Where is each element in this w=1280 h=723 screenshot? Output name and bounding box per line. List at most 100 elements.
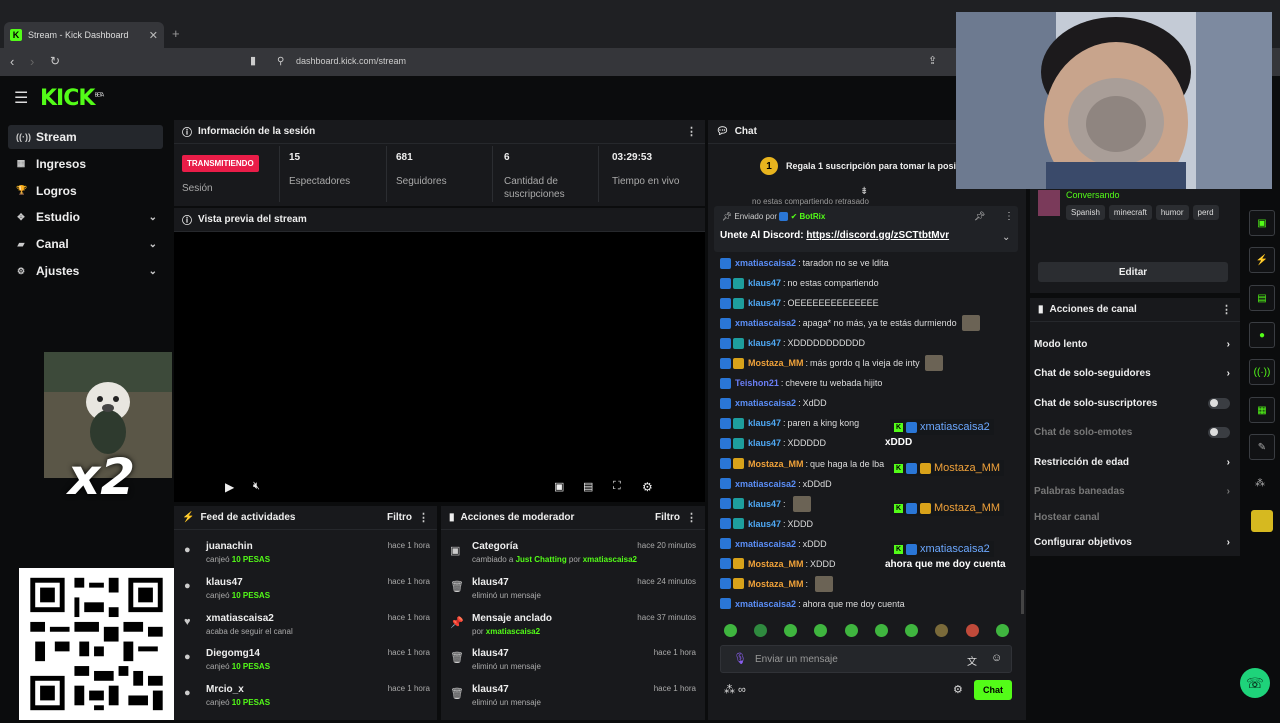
channel-action-item[interactable]: Chat de solo-suscriptores — [1034, 393, 1230, 413]
chevron-right-icon[interactable]: › — [1227, 457, 1230, 468]
site-info-icon[interactable]: ⚲ — [277, 56, 284, 67]
pip-icon[interactable]: ▣ — [554, 480, 564, 493]
chat-username[interactable]: klaus47 — [748, 438, 781, 448]
feed-item[interactable]: ● klaus47 canjeó 10 PESAS hace 1 hora — [180, 577, 430, 613]
expand-pinned-icon[interactable]: ⌄ — [1002, 232, 1010, 243]
quick-emote-icon[interactable] — [845, 624, 858, 637]
chevron-right-icon[interactable]: › — [1227, 339, 1230, 350]
broadcast-tool-icon[interactable]: ((·)) — [1249, 359, 1275, 385]
chat-username[interactable]: klaus47 — [748, 298, 781, 308]
edit-stream-button[interactable]: Editar — [1038, 262, 1228, 282]
stream-category[interactable]: Conversando — [1066, 190, 1120, 200]
feed-filter-button[interactable]: Filtro — [387, 512, 412, 523]
chat-message[interactable]: xmatiascaisa2: apaga* no más, ya te estás… — [720, 314, 1020, 332]
channel-action-item[interactable]: Modo lento › — [1034, 334, 1230, 354]
forward-icon[interactable]: › — [30, 54, 34, 69]
feed-user[interactable]: xmatiascaisa2 — [206, 613, 274, 624]
chat-message[interactable]: Mostaza_MM: — [720, 575, 1020, 593]
channel-action-item[interactable]: Chat de solo-emotes — [1034, 422, 1230, 442]
notes-tool-icon[interactable]: ▤ — [1249, 285, 1275, 311]
feed-item[interactable]: ● juanachin canjeó 10 PESAS hace 1 hora — [180, 541, 430, 577]
chat-username[interactable]: klaus47 — [748, 338, 781, 348]
quick-emote-icon[interactable] — [754, 624, 767, 637]
channel-action-item[interactable]: Palabras baneadas › — [1034, 481, 1230, 501]
widget-icon[interactable] — [1251, 510, 1273, 532]
fullscreen-icon[interactable]: ⛶ — [613, 480, 621, 493]
chat-message[interactable]: xmatiascaisa2: XdDD — [720, 394, 1020, 412]
chat-username[interactable]: xmatiascaisa2 — [735, 539, 796, 549]
quick-emote-icon[interactable] — [996, 624, 1009, 637]
share-icon[interactable]: ⇪ — [928, 54, 937, 67]
wrench-tool-icon[interactable]: ✎ — [1249, 434, 1275, 460]
channel-actions-menu-icon[interactable]: ⋮ — [1221, 303, 1232, 316]
pinned-by-user[interactable]: BotRix — [800, 212, 826, 221]
stream-tag[interactable]: Spanish — [1066, 205, 1105, 220]
more-tools-icon[interactable]: ⁂ — [1255, 478, 1265, 489]
chat-scrollbar[interactable] — [1021, 590, 1024, 614]
toggle-switch[interactable] — [1208, 397, 1230, 409]
feed-item[interactable]: ● Diegomg14 canjeó 10 PESAS hace 1 hora — [180, 648, 430, 684]
new-tab-icon[interactable]: + — [172, 26, 180, 41]
quick-emote-icon[interactable] — [724, 624, 737, 637]
feed-user[interactable]: klaus47 — [206, 577, 243, 588]
play-icon[interactable]: ▶ — [225, 480, 234, 494]
sidebar-item-ingresos[interactable]: ▦ Ingresos — [8, 152, 163, 176]
quick-emote-icon[interactable] — [875, 624, 888, 637]
feed-user[interactable]: juanachin — [206, 541, 253, 552]
chevron-down-icon[interactable]: ⌄ — [149, 266, 157, 277]
quick-emote-icon[interactable] — [966, 624, 979, 637]
close-tab-icon[interactable]: ✕ — [149, 29, 158, 42]
chat-message[interactable]: klaus47: no estas compartiendo — [720, 274, 1020, 292]
emoji-picker-icon[interactable]: ☺ — [991, 652, 1002, 664]
bookmark-icon[interactable]: ▮ — [250, 54, 256, 67]
send-chat-button[interactable]: Chat — [974, 680, 1012, 700]
chat-username[interactable]: Mostaza_MM — [748, 358, 804, 368]
chat-message[interactable]: xmatiascaisa2: xDDdD — [720, 475, 1020, 493]
settings-gear-icon[interactable]: ⚙ — [642, 480, 653, 494]
feed-user[interactable]: Mrcio_x — [206, 684, 244, 695]
layout-tool-icon[interactable]: ▦ — [1249, 397, 1275, 423]
chat-username[interactable]: Teishon21 — [735, 378, 779, 388]
help-support-icon[interactable]: ☏ — [1240, 668, 1270, 698]
hamburger-menu-icon[interactable]: ☰ — [14, 88, 28, 108]
chevron-right-icon[interactable]: › — [1227, 486, 1230, 497]
pinned-link[interactable]: https://discord.gg/zSCTtbtMvr — [806, 230, 949, 241]
stream-tag[interactable]: minecraft — [1108, 205, 1152, 220]
chat-settings-icon[interactable]: ⚙ — [953, 683, 963, 696]
mod-filter-button[interactable]: Filtro — [655, 512, 680, 523]
translate-icon[interactable]: 文 — [967, 653, 977, 668]
chat-username[interactable]: xmatiascaisa2 — [735, 318, 796, 328]
chat-message[interactable]: Teishon21: chevere tu webada hijito — [720, 374, 1020, 392]
chat-message[interactable]: Mostaza_MM: más gordo q la vieja de inty — [720, 354, 1020, 372]
kick-logo[interactable]: KICKBETA — [40, 86, 104, 111]
chevron-down-icon[interactable]: ⌄ — [149, 212, 157, 223]
stream-tag[interactable]: humor — [1155, 205, 1189, 220]
unpin-icon[interactable]: 📌︎ — [974, 211, 985, 222]
feed-menu-icon[interactable]: ⋮ — [418, 511, 429, 524]
mod-action-item[interactable]: 📌 Mensaje anclado por xmatiascaisa2 hace 37… — [446, 613, 696, 649]
chat-username[interactable]: xmatiascaisa2 — [735, 599, 796, 609]
chat-message[interactable]: xmatiascaisa2: taradon no se ve ldita — [720, 254, 1020, 272]
chat-message[interactable]: klaus47: XDDDDD — [720, 434, 1020, 452]
feed-item[interactable]: ♥ xmatiascaisa2 acaba de seguir el canal ha… — [180, 613, 430, 649]
mod-action-item[interactable]: 🗑 klaus47 eliminó un mensaje hace 1 hora — [446, 684, 696, 720]
mod-detail-highlight[interactable]: xmatiascaisa2 — [486, 627, 540, 636]
sidebar-item-ajustes[interactable]: ⚙ Ajustes ⌄ — [8, 259, 163, 283]
chat-username[interactable]: Mostaza_MM — [748, 459, 804, 469]
chevron-down-icon[interactable]: ⌄ — [149, 239, 157, 250]
chevron-right-icon[interactable]: › — [1227, 368, 1230, 379]
chat-message[interactable]: xmatiascaisa2: ahora que me doy cuenta — [720, 595, 1020, 613]
mod-detail-highlight[interactable]: Just Chatting — [516, 555, 567, 564]
scroll-down-icon[interactable]: ⇟ — [860, 186, 868, 197]
stream-tag[interactable]: perd — [1192, 205, 1219, 220]
sidebar-item-estudio[interactable]: ✥ Estudio ⌄ — [8, 205, 163, 229]
toggle-switch[interactable] — [1208, 426, 1230, 438]
mod-action-item[interactable]: ▣ Categoría cambiado a Just Chatting por x… — [446, 541, 696, 577]
mute-icon[interactable]: 🔇︎ — [253, 480, 260, 493]
theater-icon[interactable]: ▤ — [583, 480, 593, 493]
quick-emote-icon[interactable] — [814, 624, 827, 637]
lightning-tool-icon[interactable]: ⚡ — [1249, 247, 1275, 273]
channel-action-item[interactable]: Chat de solo-seguidores › — [1034, 363, 1230, 383]
feed-user[interactable]: Diegomg14 — [206, 648, 260, 659]
quick-emote-icon[interactable] — [784, 624, 797, 637]
